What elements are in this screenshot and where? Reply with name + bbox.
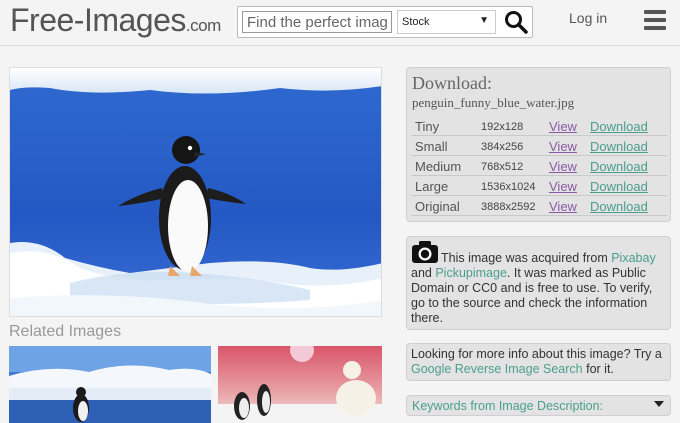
size-dimensions: 3888x2592	[481, 201, 536, 213]
view-link[interactable]: View	[549, 179, 577, 194]
google-reverse-search-link[interactable]: Google Reverse Image Search	[411, 362, 583, 376]
download-link[interactable]: Download	[590, 199, 648, 214]
download-panel: Download: penguin_funny_blue_water.jpg T…	[406, 67, 671, 222]
size-name: Tiny	[415, 119, 440, 134]
related-image-thumbnail[interactable]	[218, 346, 382, 423]
chevron-down-icon: ▼	[479, 15, 489, 26]
pickupimage-link[interactable]: Pickupimage	[435, 266, 507, 280]
chevron-down-icon	[654, 401, 664, 407]
keywords-label: Keywords from Image Description:	[412, 399, 604, 413]
reverse-search-panel: Looking for more info about this image? …	[406, 343, 671, 381]
view-link[interactable]: View	[549, 139, 577, 154]
download-row-medium: Medium 768x512 View Download	[411, 156, 667, 176]
download-link[interactable]: Download	[590, 119, 648, 134]
download-title: Download:	[412, 73, 492, 93]
related-image-thumbnail[interactable]	[9, 346, 211, 423]
download-link[interactable]: Download	[590, 159, 648, 174]
size-name: Medium	[415, 159, 462, 174]
pixabay-link[interactable]: Pixabay	[611, 251, 655, 265]
download-row-small: Small 384x256 View Download	[411, 136, 667, 156]
download-row-large: Large 1536x1024 View Download	[411, 176, 667, 196]
download-row-original: Original 3888x2592 View Download	[411, 196, 667, 216]
logo-main: Free-Images	[10, 2, 186, 38]
size-name: Original	[415, 199, 460, 214]
hamburger-menu-icon[interactable]	[644, 10, 666, 30]
search-category-value: Stock	[402, 16, 430, 28]
search-category-select[interactable]: Stock ▼	[397, 10, 496, 34]
license-panel: This image was acquired from Pixabay and…	[406, 236, 671, 330]
logo-tld: .com	[185, 16, 221, 35]
search-input[interactable]	[242, 11, 392, 33]
size-name: Small	[415, 139, 448, 154]
site-logo[interactable]: Free-Images.com	[10, 2, 221, 39]
view-link[interactable]: View	[549, 199, 577, 214]
search-button[interactable]	[504, 10, 528, 34]
penguin-photo	[10, 68, 381, 316]
related-images-title: Related Images	[9, 323, 122, 340]
download-filename: penguin_funny_blue_water.jpg	[412, 95, 575, 110]
download-link[interactable]: Download	[590, 139, 648, 154]
reverse-search-text: Looking for more info about this image? …	[411, 347, 662, 376]
size-dimensions: 192x128	[481, 121, 524, 133]
view-link[interactable]: View	[549, 159, 577, 174]
search-icon	[505, 11, 528, 34]
site-header: Free-Images.com Stock ▼ Log in	[0, 0, 680, 46]
keywords-dropdown[interactable]: Keywords from Image Description:	[406, 395, 671, 416]
main-image	[9, 67, 382, 317]
size-name: Large	[415, 179, 449, 194]
size-dimensions: 384x256	[481, 141, 524, 153]
view-link[interactable]: View	[549, 119, 577, 134]
download-row-tiny: Tiny 192x128 View Download	[411, 116, 667, 136]
login-link[interactable]: Log in	[569, 10, 607, 26]
download-link[interactable]: Download	[590, 179, 648, 194]
search-bar: Stock ▼	[237, 6, 533, 38]
size-dimensions: 1536x1024	[481, 181, 536, 193]
license-text: This image was acquired from Pixabay and…	[411, 251, 656, 325]
size-dimensions: 768x512	[481, 161, 524, 173]
